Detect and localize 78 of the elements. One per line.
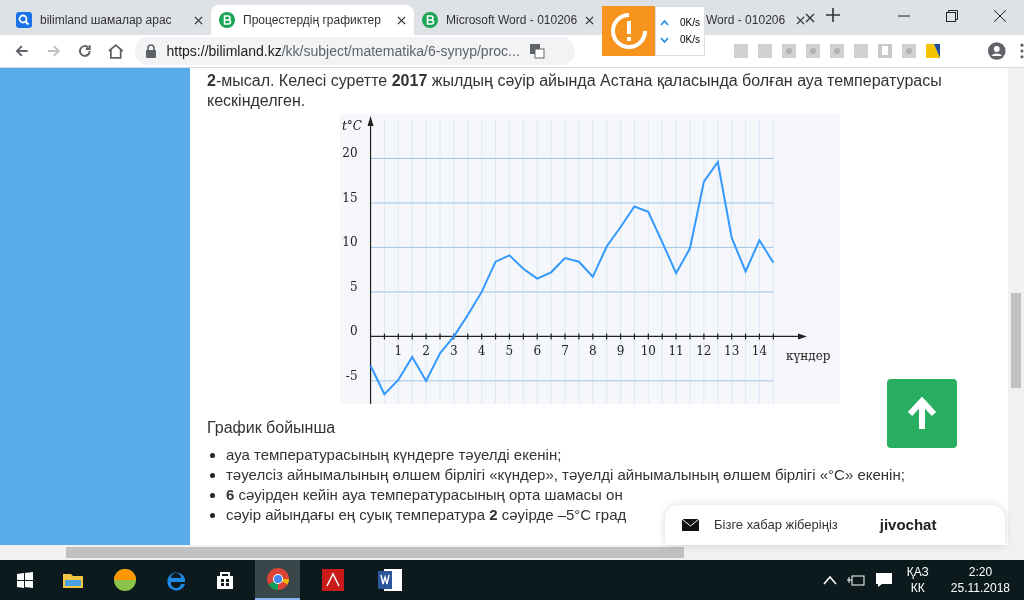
x-tick-label: 6 [533,344,542,359]
x-tick-label: 2 [422,344,430,359]
restore-icon[interactable] [946,10,958,22]
account-icon[interactable] [986,41,1007,61]
y-tick-label: 10 [342,235,358,250]
new-tab-icon[interactable] [826,8,840,22]
download-speed: 0K/s [680,33,700,47]
x-tick-label: 7 [561,344,569,359]
y-tick-label: 15 [342,190,358,205]
chrome-circle-icon [265,567,290,591]
site-logo-icon [422,12,438,28]
clock-date[interactable]: 25.11.2018 [950,580,1010,596]
pdf-reader-icon[interactable] [322,569,344,591]
x-tick-label: 12 [696,344,712,359]
speed-widget-icon-tile[interactable] [602,6,655,56]
close-icon[interactable] [585,15,595,25]
clock-time[interactable]: 2:20 [968,564,993,580]
colorful-circle-icon[interactable] [113,568,137,592]
list-heading: График бойынша [207,418,337,438]
list-item-text: ауа температурасының күндерге тәуелді екенін; [226,445,563,464]
translate-icon[interactable] [528,43,545,59]
keyboard-layout[interactable]: КК [910,580,925,596]
store-bag-icon[interactable] [215,570,235,590]
upload-speed: 0K/s [680,16,700,30]
x-tick-label: 13 [724,344,740,359]
alert-gauge-icon [608,11,649,51]
y-tick-label: 20 [342,146,358,161]
x-tick-label: 1 [394,344,403,359]
site-logo-icon [219,12,235,28]
browser-e-icon[interactable] [165,569,187,591]
browser-tab[interactable]: Процестердің графиктер [211,5,414,35]
arrow-up-icon [905,396,939,431]
home-icon[interactable] [106,42,125,60]
y-axis-label: t°C [342,119,362,133]
close-icon[interactable] [994,10,1006,22]
address-field[interactable]: https://bilimland.kz/kk/subject/matematika/6-synyp/proc... [134,37,575,65]
close-icon[interactable] [796,15,805,25]
extension-icon[interactable] [924,43,941,59]
url-text: https://bilimland.kz/kk/subject/matematika/6-synyp/proc... [166,41,520,61]
close-icon[interactable] [805,13,815,23]
y-tick-label: 0 [349,324,358,339]
language-indicator[interactable]: ҚАЗ [906,564,929,580]
x-axis-label: күндер [786,349,831,364]
y-tick-label: 5 [349,279,358,294]
taskbar-active-app[interactable] [255,560,300,600]
x-tick-label: 3 [450,344,458,359]
list-item-text: сәуір айындағы ең суық температура 2 сәуірде –5°С град [226,505,628,524]
example-paragraph: 2-мысал. Келесі суретте 2017 жылдың сәуір айында Астана қаласында болған ауа температурасы кескінделген. [207,71,943,111]
power-plug-icon[interactable] [846,573,865,587]
close-icon[interactable] [194,15,203,25]
chat-label: Бізге хабар жіберіңіз [714,516,838,535]
scroll-to-top-button[interactable] [887,379,957,448]
notification-icon[interactable] [874,572,893,588]
list-item-text: 6 сәуірден кейін ауа температурасының орта шамасы он [226,485,624,504]
y-tick-label: -5 [345,368,358,383]
chevron-up-icon[interactable] [822,575,837,585]
list-item-text: тәуелсіз айнымалының өлшем бірлігі «күндер», тәуелді айнымалының өлшем бірлігі «°С» екенін; [226,465,906,484]
lock-icon [144,44,157,58]
menu-icon[interactable] [1020,43,1024,59]
folder-icon[interactable] [63,571,83,589]
x-tick-label: 9 [616,344,625,359]
close-icon[interactable] [397,15,406,25]
chat-brand: jivochat [879,514,937,535]
scrollbar[interactable] [1008,68,1024,545]
windows-start-icon[interactable] [17,572,33,588]
x-tick-label: 8 [588,344,597,359]
x-tick-label: 5 [505,344,514,359]
reload-icon[interactable] [77,43,93,59]
word-document-icon[interactable] [378,569,402,591]
x-tick-label: 14 [751,344,768,359]
horizontal-scrollbar[interactable] [0,545,1024,560]
envelope-icon [682,519,699,531]
x-tick-label: 4 [477,344,486,359]
x-tick-label: 10 [640,344,656,359]
back-icon[interactable] [14,43,30,59]
chat-widget[interactable]: Бізге хабар жіберіңіз jivochat [665,505,1005,545]
search-icon [16,12,32,28]
x-tick-label: 11 [668,344,684,359]
